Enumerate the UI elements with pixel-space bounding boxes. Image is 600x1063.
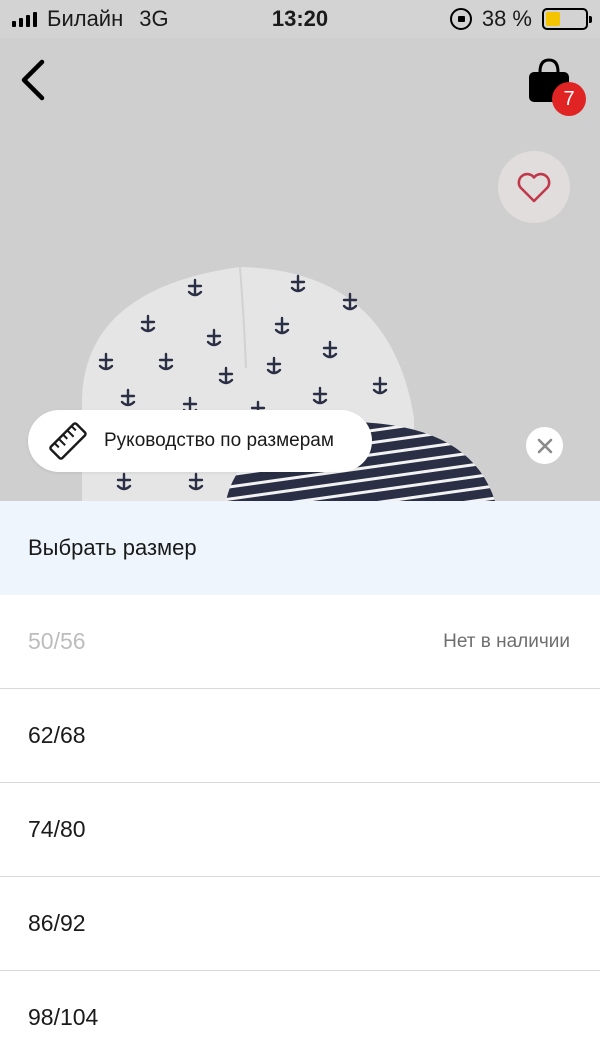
out-of-stock-label: Нет в наличии (443, 630, 570, 652)
size-label: 86/92 (28, 910, 86, 936)
chevron-left-icon (21, 59, 45, 101)
size-option-74-80[interactable]: 74/80 (0, 783, 600, 877)
size-label: 50/56 (28, 628, 86, 654)
status-right: 38 % (449, 6, 592, 32)
status-bar: Билайн 3G 13:20 38 % (0, 0, 600, 38)
size-option-62-68[interactable]: 62/68 (0, 689, 600, 783)
rotation-lock-icon (449, 8, 472, 30)
product-image-area: 7 Руководство по размерам (0, 38, 600, 501)
size-option-86-92[interactable]: 86/92 (0, 877, 600, 971)
favorite-button[interactable] (498, 151, 570, 223)
size-guide-label: Руководство по размерам (104, 430, 334, 451)
cart-count-badge: 7 (552, 82, 586, 116)
battery-percent: 38 % (481, 6, 532, 31)
close-icon (537, 438, 552, 453)
back-button[interactable] (14, 56, 54, 104)
battery-icon (542, 8, 592, 30)
size-option-50-56[interactable]: 50/56 Нет в наличии (0, 595, 600, 689)
size-label: 74/80 (28, 816, 86, 842)
size-option-98-104[interactable]: 98/104 (0, 971, 600, 1063)
heart-icon (517, 172, 551, 203)
close-button[interactable] (526, 427, 563, 464)
size-label: 62/68 (28, 722, 86, 748)
ruler-icon (49, 422, 87, 460)
size-label: 98/104 (28, 1004, 99, 1030)
size-list: 50/56 Нет в наличии 62/68 74/80 86/92 98… (0, 595, 600, 1063)
size-guide-button[interactable]: Руководство по размерам (28, 410, 372, 472)
select-size-header: Выбрать размер (0, 501, 600, 595)
